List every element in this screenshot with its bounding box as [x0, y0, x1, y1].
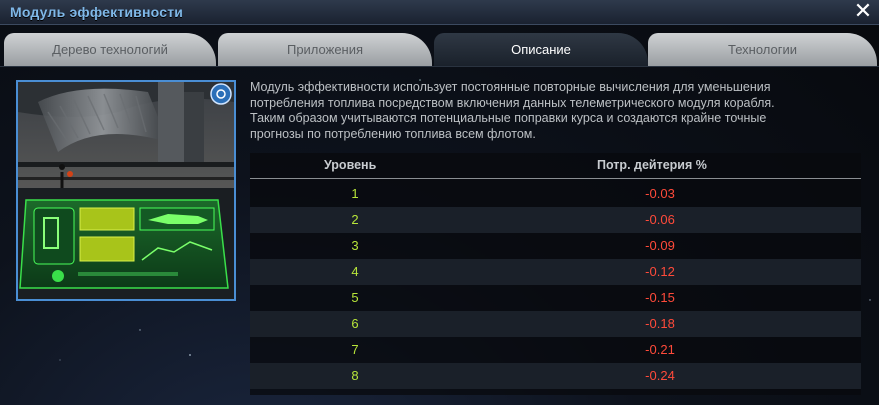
- level-table: Уровень Потр. дейтерия % 1 -0.03 2 -0.06…: [250, 153, 861, 395]
- description-line: прогнозы по потреблению топлива всем фло…: [250, 126, 536, 141]
- tab-tech-tree[interactable]: Дерево технологий: [4, 33, 216, 66]
- value-cell: -0.21: [645, 342, 675, 357]
- efficiency-module-window: Модуль эффективности ✕ Дерево технологий…: [0, 0, 879, 405]
- description-line: Модуль эффективности использует постоянн…: [250, 80, 771, 94]
- module-description: Модуль эффективности использует постоянн…: [250, 80, 850, 142]
- level-cell: 1: [351, 186, 359, 201]
- column-header-level: Уровень: [324, 158, 377, 172]
- window-title: Модуль эффективности: [10, 4, 184, 20]
- tab-applications[interactable]: Приложения: [218, 33, 432, 66]
- table-row: 1 -0.03: [250, 181, 861, 207]
- value-cell: -0.15: [645, 290, 675, 305]
- value-cell: -0.12: [645, 264, 675, 279]
- level-cell: 5: [351, 290, 359, 305]
- table-row: 2 -0.06: [250, 207, 861, 233]
- value-cell: -0.03: [645, 186, 675, 201]
- table-header: Уровень Потр. дейтерия %: [250, 153, 861, 179]
- table-row: 5 -0.15: [250, 285, 861, 311]
- value-cell: -0.24: [645, 368, 675, 383]
- level-cell: 8: [351, 368, 359, 383]
- column-header-deuterium: Потр. дейтерия %: [597, 158, 707, 172]
- level-cell: 2: [351, 212, 359, 227]
- tab-technologies[interactable]: Технологии: [648, 33, 877, 66]
- value-cell: -0.09: [645, 238, 675, 253]
- table-row: 3 -0.09: [250, 233, 861, 259]
- value-cell: -0.18: [645, 316, 675, 331]
- table-row: 8 -0.24: [250, 363, 861, 389]
- table-row: 7 -0.21: [250, 337, 861, 363]
- table-row: 4 -0.12: [250, 259, 861, 285]
- table-row: 6 -0.18: [250, 311, 861, 337]
- description-line: Таким образом учитываются потенциальные …: [250, 111, 767, 125]
- level-cell: 3: [351, 238, 359, 253]
- tab-description[interactable]: Описание: [434, 33, 648, 66]
- title-bar: Модуль эффективности ✕: [0, 0, 879, 25]
- value-cell: -0.06: [645, 212, 675, 227]
- tab-bar: Дерево технологий Приложения Описание Те…: [4, 33, 877, 66]
- level-cell: 6: [351, 316, 359, 331]
- module-illustration: [16, 80, 236, 301]
- close-icon[interactable]: ✕: [853, 1, 873, 23]
- description-line: потребления топлива посредством включени…: [250, 95, 775, 110]
- description-panel: Модуль эффективности использует постоянн…: [0, 66, 879, 405]
- level-cell: 4: [351, 264, 359, 279]
- level-cell: 7: [351, 342, 359, 357]
